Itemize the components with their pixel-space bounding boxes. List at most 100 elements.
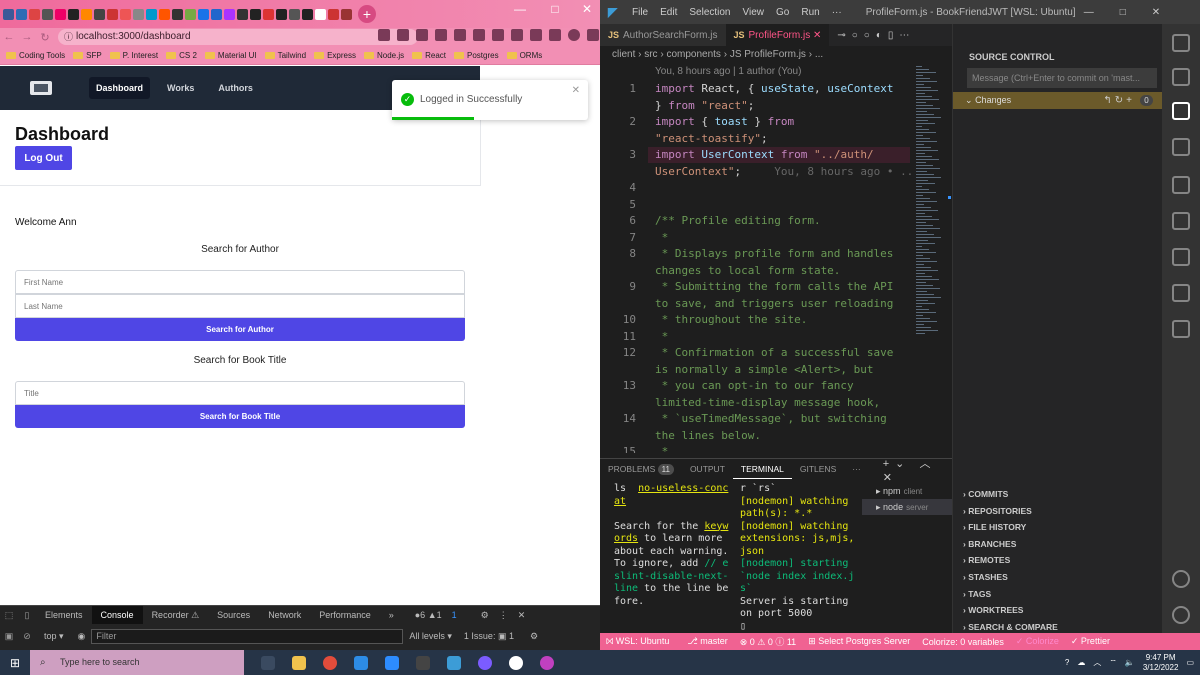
network-icon[interactable]: ⌔: [1109, 658, 1117, 668]
tab-terminal[interactable]: TERMINAL: [732, 459, 792, 479]
browser-tab[interactable]: [276, 8, 287, 20]
terminal-icon[interactable]: [416, 655, 430, 670]
panel-actions-icons[interactable]: +⌄ ︿ ✕: [883, 455, 952, 484]
remote-explorer-icon[interactable]: [1172, 176, 1190, 194]
bookmark-folder[interactable]: Tailwind: [264, 51, 306, 60]
firefox-icon[interactable]: [478, 655, 492, 670]
console-settings-icon[interactable]: ⚙: [530, 631, 538, 642]
browser-tab[interactable]: [198, 8, 209, 20]
menu-file[interactable]: File: [632, 7, 648, 18]
key-icon[interactable]: [378, 29, 390, 41]
code-line[interactable]: * Submitting the form calls the API: [655, 280, 915, 293]
colorize-status[interactable]: Colorize: 0 variables: [922, 637, 1004, 647]
code-line[interactable]: the lines below.: [655, 429, 915, 442]
bookmark-folder[interactable]: SFP: [73, 51, 102, 60]
code-line[interactable]: } from "react";: [655, 99, 915, 112]
editor-actions-icons[interactable]: ⊸○○◐▯⋯: [837, 30, 915, 41]
settings-gear-icon[interactable]: [1172, 606, 1190, 624]
bookmark-folder[interactable]: ORMs: [506, 51, 542, 60]
code-line[interactable]: /** Profile editing form.: [655, 214, 915, 227]
gitlens-icon[interactable]: [1172, 284, 1190, 302]
minimize-icon[interactable]: —: [505, 0, 535, 20]
browser-tab[interactable]: [159, 8, 170, 20]
bookmark-folder[interactable]: Express: [314, 51, 356, 60]
code-line[interactable]: limited-time-display message hook,: [655, 396, 915, 409]
browser-tab[interactable]: [302, 8, 313, 20]
changes-group[interactable]: ⌄ Changes ↰↻+ 0: [953, 92, 1163, 109]
app-icon[interactable]: [540, 655, 554, 670]
download-icon[interactable]: [530, 29, 542, 41]
problems-indicator[interactable]: ⊗ 0 ⚠ 0 ⓘ 11: [740, 635, 796, 648]
source-control-icon[interactable]: [1172, 102, 1190, 120]
terminal-node[interactable]: ▸ node server: [862, 499, 952, 515]
app-icon[interactable]: [509, 655, 523, 670]
browser-tab[interactable]: [3, 8, 14, 20]
device-toggle-icon[interactable]: ▯: [18, 610, 36, 621]
nav-dashboard[interactable]: Dashboard: [89, 77, 151, 99]
extensions-icon[interactable]: [1172, 212, 1190, 230]
tab-recorder[interactable]: Recorder ⚠: [143, 606, 209, 624]
minimap[interactable]: [914, 66, 946, 451]
tab-console[interactable]: Console: [91, 606, 143, 624]
browser-tab[interactable]: [224, 8, 235, 20]
windows-start-icon[interactable]: ⊞: [0, 656, 30, 670]
browser-tab[interactable]: [146, 8, 157, 20]
gitlens-section[interactable]: › REPOSITORIES: [953, 503, 1163, 520]
gitlens-section[interactable]: › STASHES: [953, 569, 1163, 586]
tab-elements[interactable]: Elements: [36, 606, 92, 624]
zoom-icon[interactable]: [397, 29, 409, 41]
vscode-icon[interactable]: [447, 655, 461, 670]
database-icon[interactable]: [1172, 248, 1190, 266]
bookmark-folder[interactable]: Postgres: [454, 51, 499, 60]
code-line[interactable]: changes to local form state.: [655, 264, 915, 277]
browser-tab[interactable]: [250, 8, 261, 20]
last-name-input[interactable]: [15, 294, 465, 318]
code-line[interactable]: UserContext"; You, 8 hours ago • ...: [655, 165, 920, 178]
first-name-input[interactable]: [15, 270, 465, 294]
url-input[interactable]: ⓘ localhost:3000/dashboard: [58, 29, 418, 45]
chevron-up-icon[interactable]: ︿: [1093, 657, 1101, 668]
bookmark-folder[interactable]: Material UI: [204, 51, 257, 60]
commit-message-input[interactable]: Message (Ctrl+Enter to commit on 'mast..…: [967, 68, 1157, 88]
nav-works[interactable]: Works: [160, 77, 201, 99]
file-explorer-icon[interactable]: [292, 655, 306, 670]
code-editor[interactable]: You, 8 hours ago | 1 author (You) 1 impor…: [600, 64, 952, 453]
gitlens-section[interactable]: › COMMITS: [953, 486, 1163, 503]
avatar[interactable]: [568, 29, 580, 41]
error-warning-count[interactable]: ●6 ▲1: [415, 610, 442, 620]
browser-tab[interactable]: [133, 8, 144, 20]
browser-tab[interactable]: [289, 8, 300, 20]
toast-notification[interactable]: ✓ Logged in Successfully ✕: [392, 80, 588, 120]
breadcrumb[interactable]: client › src › components › JS ProfileFo…: [600, 46, 952, 64]
gitlens-section[interactable]: › REMOTES: [953, 552, 1163, 569]
code-line[interactable]: import React, { useState, useContext: [655, 82, 915, 95]
browser-tab[interactable]: [211, 8, 222, 20]
gitlens-section[interactable]: › TAGS: [953, 586, 1163, 603]
browser-tab[interactable]: [120, 8, 131, 20]
bookmark-folder[interactable]: React: [412, 51, 446, 60]
close-icon[interactable]: ✕: [572, 85, 580, 96]
browser-tab[interactable]: [185, 8, 196, 20]
tab-network[interactable]: Network: [259, 606, 310, 624]
browser-tab[interactable]: [94, 8, 105, 20]
menu-edit[interactable]: Edit: [660, 7, 677, 18]
code-line[interactable]: import UserContext from "../auth/: [655, 148, 915, 161]
search-title-button[interactable]: Search for Book Title: [15, 405, 465, 428]
account-icon[interactable]: [1172, 570, 1190, 588]
close-window-icon[interactable]: ✕: [1152, 7, 1160, 18]
code-line[interactable]: *: [655, 445, 915, 453]
terminal-right[interactable]: r `rs` [nodemon] watching path(s): *.* […: [740, 483, 855, 633]
console-filter-input[interactable]: Filter: [91, 628, 404, 644]
puzzle-icon[interactable]: [511, 29, 523, 41]
browser-tab[interactable]: [16, 8, 27, 20]
python-icon[interactable]: [1172, 320, 1190, 338]
colorize-toggle[interactable]: ✓ Colorize: [1016, 636, 1059, 647]
code-line[interactable]: * Displays profile form and handles: [655, 247, 915, 260]
close-tab-icon[interactable]: ✕: [813, 30, 821, 41]
tab-performance[interactable]: Performance: [310, 606, 380, 624]
star-icon[interactable]: [435, 29, 447, 41]
app-logo[interactable]: [30, 81, 52, 95]
code-line[interactable]: *: [655, 330, 915, 343]
tab-sources[interactable]: Sources: [208, 606, 259, 624]
prettier-status[interactable]: ✓ Prettier: [1071, 636, 1110, 647]
